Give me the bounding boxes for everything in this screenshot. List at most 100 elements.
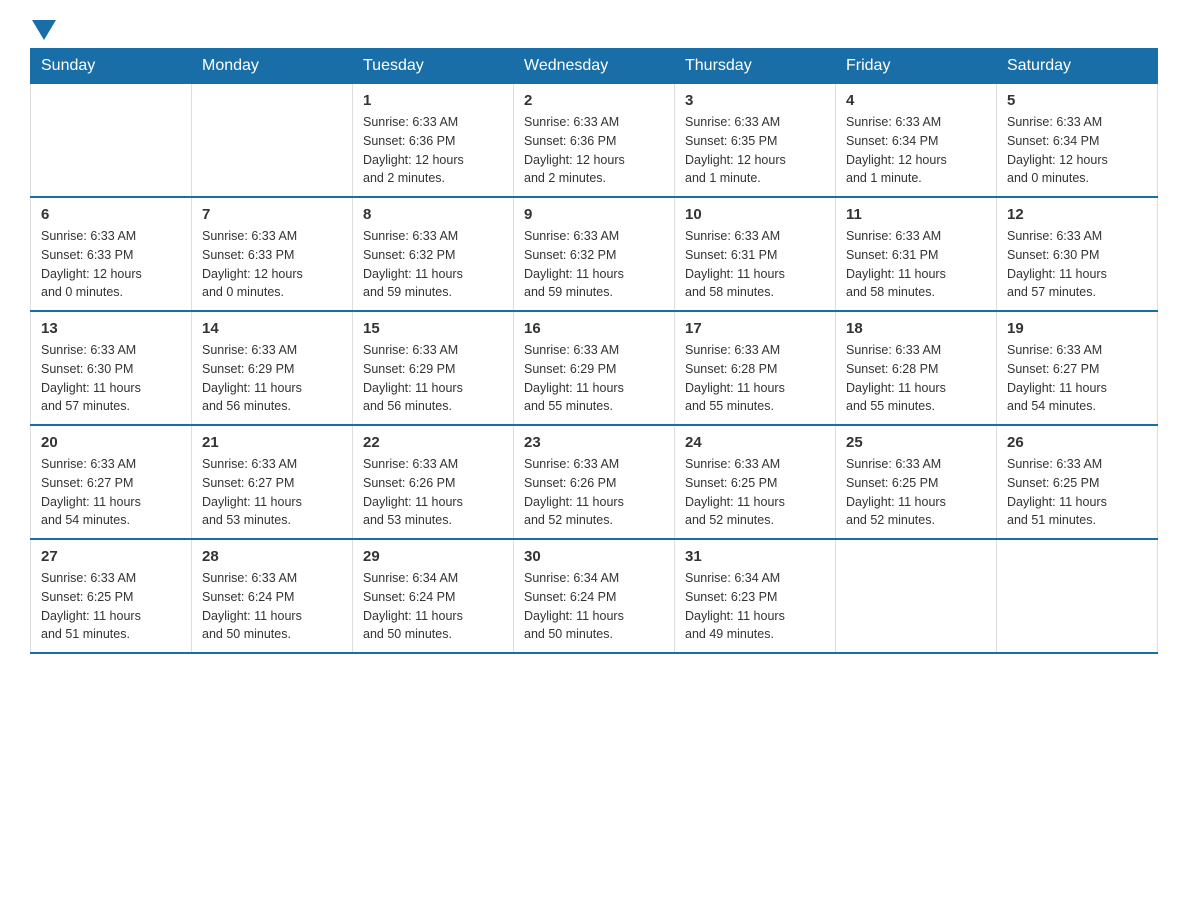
calendar-body: 1 Sunrise: 6:33 AM Sunset: 6:36 PM Daylig…: [31, 84, 1158, 654]
header-day-monday: Monday: [192, 49, 353, 84]
week-row-4: 20 Sunrise: 6:33 AM Sunset: 6:27 PM Dayli…: [31, 425, 1158, 539]
day-info: Sunrise: 6:34 AM Sunset: 6:24 PM Dayligh…: [363, 569, 503, 644]
day-number: 29: [363, 548, 503, 565]
page-header: [30, 20, 1158, 38]
day-number: 24: [685, 434, 825, 451]
week-row-5: 27 Sunrise: 6:33 AM Sunset: 6:25 PM Dayli…: [31, 539, 1158, 653]
day-info: Sunrise: 6:33 AM Sunset: 6:25 PM Dayligh…: [41, 569, 181, 644]
day-info: Sunrise: 6:34 AM Sunset: 6:24 PM Dayligh…: [524, 569, 664, 644]
day-number: 25: [846, 434, 986, 451]
day-number: 22: [363, 434, 503, 451]
calendar-cell: 26 Sunrise: 6:33 AM Sunset: 6:25 PM Dayli…: [997, 425, 1158, 539]
day-info: Sunrise: 6:33 AM Sunset: 6:24 PM Dayligh…: [202, 569, 342, 644]
calendar-cell: [192, 84, 353, 198]
day-info: Sunrise: 6:33 AM Sunset: 6:25 PM Dayligh…: [685, 455, 825, 530]
header-day-wednesday: Wednesday: [514, 49, 675, 84]
logo: [30, 20, 58, 38]
day-info: Sunrise: 6:34 AM Sunset: 6:23 PM Dayligh…: [685, 569, 825, 644]
day-info: Sunrise: 6:33 AM Sunset: 6:26 PM Dayligh…: [524, 455, 664, 530]
calendar-cell: 5 Sunrise: 6:33 AM Sunset: 6:34 PM Daylig…: [997, 84, 1158, 198]
day-number: 16: [524, 320, 664, 337]
day-number: 23: [524, 434, 664, 451]
day-info: Sunrise: 6:33 AM Sunset: 6:26 PM Dayligh…: [363, 455, 503, 530]
day-info: Sunrise: 6:33 AM Sunset: 6:36 PM Dayligh…: [363, 113, 503, 188]
day-info: Sunrise: 6:33 AM Sunset: 6:29 PM Dayligh…: [524, 341, 664, 416]
day-number: 30: [524, 548, 664, 565]
calendar-cell: 1 Sunrise: 6:33 AM Sunset: 6:36 PM Daylig…: [353, 84, 514, 198]
day-number: 14: [202, 320, 342, 337]
calendar-cell: 22 Sunrise: 6:33 AM Sunset: 6:26 PM Dayli…: [353, 425, 514, 539]
calendar-cell: 30 Sunrise: 6:34 AM Sunset: 6:24 PM Dayli…: [514, 539, 675, 653]
calendar-cell: 14Sunrise: 6:33 AM Sunset: 6:29 PM Dayli…: [192, 311, 353, 425]
day-info: Sunrise: 6:33 AM Sunset: 6:30 PM Dayligh…: [1007, 227, 1147, 302]
header-day-saturday: Saturday: [997, 49, 1158, 84]
calendar-cell: 13 Sunrise: 6:33 AM Sunset: 6:30 PM Dayli…: [31, 311, 192, 425]
day-number: 1: [363, 92, 503, 109]
calendar-cell: 29 Sunrise: 6:34 AM Sunset: 6:24 PM Dayli…: [353, 539, 514, 653]
logo-triangle-icon: [32, 20, 56, 40]
day-info: Sunrise: 6:33 AM Sunset: 6:32 PM Dayligh…: [524, 227, 664, 302]
calendar-cell: 12 Sunrise: 6:33 AM Sunset: 6:30 PM Dayli…: [997, 197, 1158, 311]
day-info: Sunrise: 6:33 AM Sunset: 6:28 PM Dayligh…: [846, 341, 986, 416]
calendar-cell: [31, 84, 192, 198]
calendar-cell: 19Sunrise: 6:33 AM Sunset: 6:27 PM Dayli…: [997, 311, 1158, 425]
day-number: 17: [685, 320, 825, 337]
calendar-cell: 7 Sunrise: 6:33 AM Sunset: 6:33 PM Daylig…: [192, 197, 353, 311]
calendar-table: SundayMondayTuesdayWednesdayThursdayFrid…: [30, 48, 1158, 654]
day-number: 20: [41, 434, 181, 451]
day-info: Sunrise: 6:33 AM Sunset: 6:34 PM Dayligh…: [846, 113, 986, 188]
calendar-cell: 28 Sunrise: 6:33 AM Sunset: 6:24 PM Dayli…: [192, 539, 353, 653]
calendar-cell: 21 Sunrise: 6:33 AM Sunset: 6:27 PM Dayli…: [192, 425, 353, 539]
day-info: Sunrise: 6:33 AM Sunset: 6:31 PM Dayligh…: [685, 227, 825, 302]
day-info: Sunrise: 6:33 AM Sunset: 6:29 PM Dayligh…: [363, 341, 503, 416]
calendar-cell: 6 Sunrise: 6:33 AM Sunset: 6:33 PM Daylig…: [31, 197, 192, 311]
day-number: 10: [685, 206, 825, 223]
calendar-header: SundayMondayTuesdayWednesdayThursdayFrid…: [31, 49, 1158, 84]
calendar-cell: 4 Sunrise: 6:33 AM Sunset: 6:34 PM Daylig…: [836, 84, 997, 198]
day-number: 4: [846, 92, 986, 109]
day-number: 2: [524, 92, 664, 109]
day-info: Sunrise: 6:33 AM Sunset: 6:34 PM Dayligh…: [1007, 113, 1147, 188]
header-day-friday: Friday: [836, 49, 997, 84]
calendar-cell: 9 Sunrise: 6:33 AM Sunset: 6:32 PM Daylig…: [514, 197, 675, 311]
week-row-2: 6 Sunrise: 6:33 AM Sunset: 6:33 PM Daylig…: [31, 197, 1158, 311]
day-number: 27: [41, 548, 181, 565]
day-info: Sunrise: 6:33 AM Sunset: 6:25 PM Dayligh…: [1007, 455, 1147, 530]
calendar-cell: 25Sunrise: 6:33 AM Sunset: 6:25 PM Dayli…: [836, 425, 997, 539]
header-day-sunday: Sunday: [31, 49, 192, 84]
calendar-cell: 3 Sunrise: 6:33 AM Sunset: 6:35 PM Daylig…: [675, 84, 836, 198]
day-number: 28: [202, 548, 342, 565]
day-number: 18: [846, 320, 986, 337]
day-info: Sunrise: 6:33 AM Sunset: 6:33 PM Dayligh…: [41, 227, 181, 302]
day-number: 9: [524, 206, 664, 223]
day-number: 11: [846, 206, 986, 223]
calendar-cell: 31Sunrise: 6:34 AM Sunset: 6:23 PM Dayli…: [675, 539, 836, 653]
day-info: Sunrise: 6:33 AM Sunset: 6:33 PM Dayligh…: [202, 227, 342, 302]
calendar-cell: 23 Sunrise: 6:33 AM Sunset: 6:26 PM Dayli…: [514, 425, 675, 539]
calendar-cell: 20 Sunrise: 6:33 AM Sunset: 6:27 PM Dayli…: [31, 425, 192, 539]
day-number: 5: [1007, 92, 1147, 109]
day-number: 12: [1007, 206, 1147, 223]
calendar-cell: 27 Sunrise: 6:33 AM Sunset: 6:25 PM Dayli…: [31, 539, 192, 653]
calendar-cell: [836, 539, 997, 653]
header-row: SundayMondayTuesdayWednesdayThursdayFrid…: [31, 49, 1158, 84]
calendar-cell: 16 Sunrise: 6:33 AM Sunset: 6:29 PM Dayli…: [514, 311, 675, 425]
day-number: 21: [202, 434, 342, 451]
day-info: Sunrise: 6:33 AM Sunset: 6:30 PM Dayligh…: [41, 341, 181, 416]
calendar-cell: 8Sunrise: 6:33 AM Sunset: 6:32 PM Daylig…: [353, 197, 514, 311]
day-number: 3: [685, 92, 825, 109]
day-number: 19: [1007, 320, 1147, 337]
day-info: Sunrise: 6:33 AM Sunset: 6:27 PM Dayligh…: [202, 455, 342, 530]
day-number: 26: [1007, 434, 1147, 451]
day-info: Sunrise: 6:33 AM Sunset: 6:31 PM Dayligh…: [846, 227, 986, 302]
day-info: Sunrise: 6:33 AM Sunset: 6:27 PM Dayligh…: [41, 455, 181, 530]
day-number: 7: [202, 206, 342, 223]
week-row-3: 13 Sunrise: 6:33 AM Sunset: 6:30 PM Dayli…: [31, 311, 1158, 425]
day-info: Sunrise: 6:33 AM Sunset: 6:32 PM Dayligh…: [363, 227, 503, 302]
header-day-thursday: Thursday: [675, 49, 836, 84]
day-number: 13: [41, 320, 181, 337]
day-info: Sunrise: 6:33 AM Sunset: 6:35 PM Dayligh…: [685, 113, 825, 188]
calendar-cell: 2Sunrise: 6:33 AM Sunset: 6:36 PM Daylig…: [514, 84, 675, 198]
day-number: 15: [363, 320, 503, 337]
day-number: 6: [41, 206, 181, 223]
